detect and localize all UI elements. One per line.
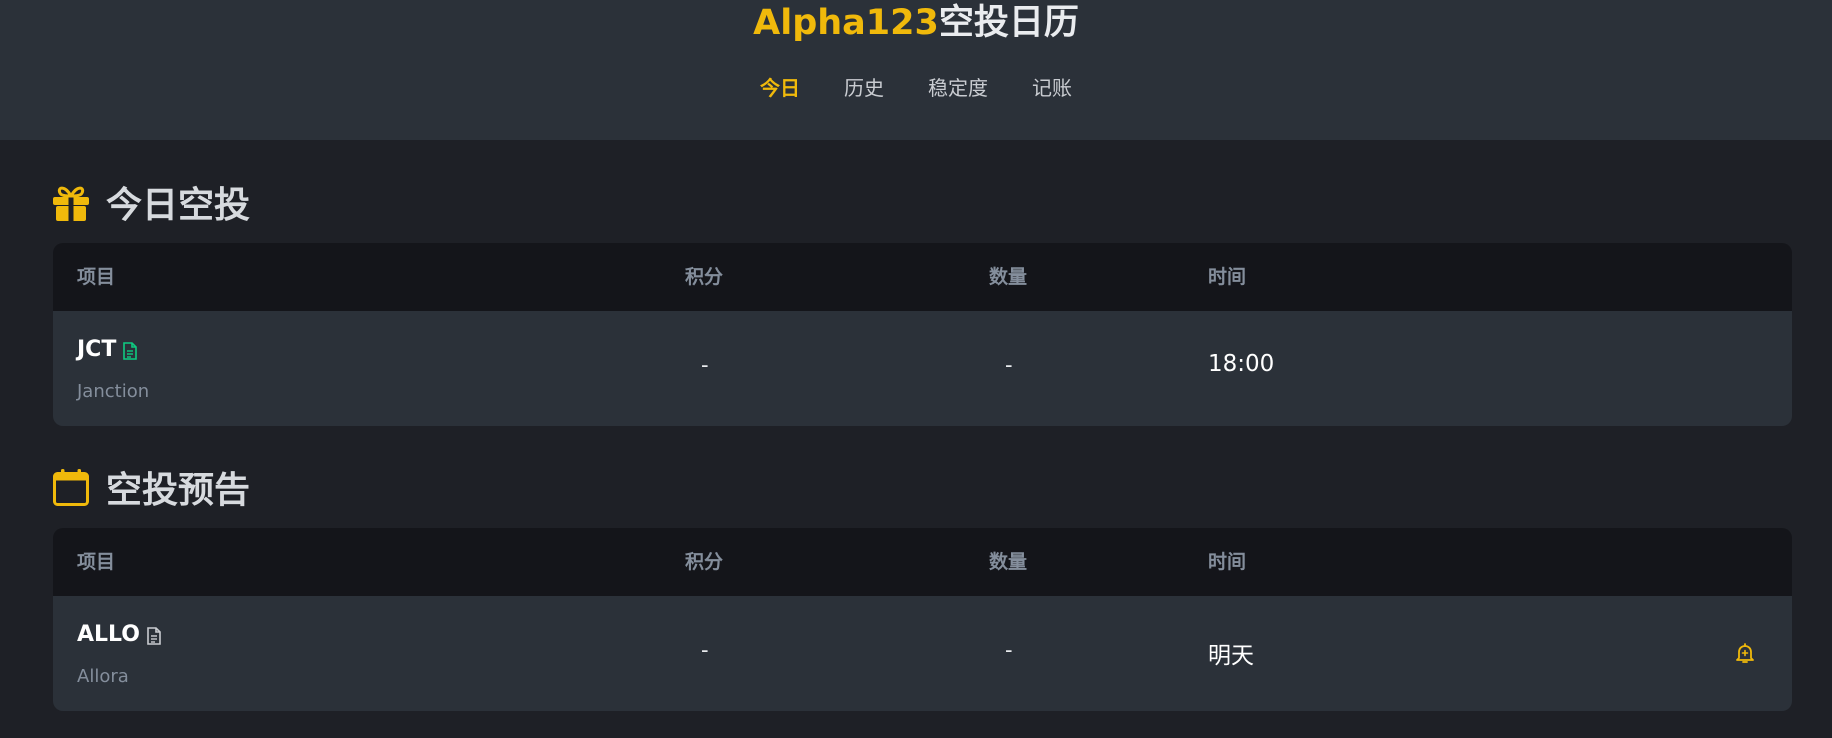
time-value: 明天 bbox=[1208, 643, 1254, 669]
project-symbol-text: JCT bbox=[77, 337, 117, 362]
column-header-time: 时间 bbox=[1208, 551, 1247, 573]
nav-tab-history[interactable]: 历史 bbox=[822, 72, 906, 101]
today-section-title: 今日空投 bbox=[106, 185, 251, 226]
upcoming-section-heading: 空投预告 bbox=[52, 461, 250, 513]
amount-value: - bbox=[1005, 638, 1013, 662]
document-icon[interactable] bbox=[122, 341, 138, 360]
upcoming-airdrop-table: 项目 积分 数量 时间 ALLO Allora - - 明天 bbox=[53, 528, 1792, 711]
column-header-project: 项目 bbox=[77, 266, 116, 288]
project-symbol: JCT bbox=[77, 337, 138, 362]
time-value: 18:00 bbox=[1208, 351, 1275, 377]
main-nav: 今日 历史 稳定度 记账 bbox=[0, 72, 1832, 101]
column-header-points: 积分 bbox=[685, 551, 724, 573]
project-name: Janction bbox=[77, 381, 150, 402]
today-airdrop-table: 项目 积分 数量 时间 JCT Janction - - 18:00 bbox=[53, 243, 1792, 426]
table-row[interactable]: ALLO Allora - - 明天 bbox=[53, 596, 1792, 711]
project-symbol: ALLO bbox=[77, 622, 162, 647]
calendar-icon bbox=[52, 468, 90, 506]
upcoming-section-title: 空投预告 bbox=[106, 470, 251, 511]
column-header-amount: 数量 bbox=[989, 551, 1028, 573]
project-name: Allora bbox=[77, 666, 129, 687]
table-row[interactable]: JCT Janction - - 18:00 bbox=[53, 311, 1792, 426]
site-header: Alpha123空投日历 今日 历史 稳定度 记账 bbox=[0, 0, 1832, 140]
document-icon[interactable] bbox=[146, 626, 162, 645]
points-value: - bbox=[701, 353, 709, 377]
site-title-text: 空投日历 bbox=[938, 3, 1079, 43]
amount-value: - bbox=[1005, 353, 1013, 377]
column-header-amount: 数量 bbox=[989, 266, 1028, 288]
project-symbol-text: ALLO bbox=[77, 622, 140, 647]
column-header-project: 项目 bbox=[77, 551, 116, 573]
nav-tab-today[interactable]: 今日 bbox=[738, 72, 822, 101]
today-section-heading: 今日空投 bbox=[52, 176, 250, 228]
table-header: 项目 积分 数量 时间 bbox=[53, 243, 1792, 311]
nav-tab-stability[interactable]: 稳定度 bbox=[906, 72, 1010, 101]
column-header-points: 积分 bbox=[685, 266, 724, 288]
column-header-time: 时间 bbox=[1208, 266, 1247, 288]
points-value: - bbox=[701, 638, 709, 662]
site-title: Alpha123空投日历 bbox=[0, 0, 1832, 45]
table-header: 项目 积分 数量 时间 bbox=[53, 528, 1792, 596]
bell-plus-icon[interactable] bbox=[1733, 641, 1757, 665]
nav-tab-ledger[interactable]: 记账 bbox=[1010, 72, 1094, 101]
site-title-brand: Alpha123 bbox=[753, 3, 939, 43]
gift-icon bbox=[52, 183, 90, 221]
